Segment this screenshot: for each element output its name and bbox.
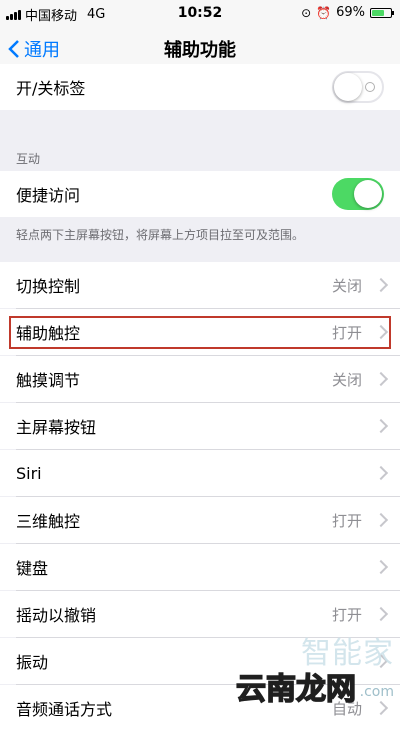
page-title: 辅助功能 [164, 40, 236, 61]
3d-touch-label: 三维触控 [16, 512, 81, 531]
chevron-right-icon [373, 465, 389, 481]
assistive-touch-value: 打开 [331, 323, 362, 342]
siri-label: Siri [16, 463, 42, 483]
assistive-touch-row[interactable]: 辅助触控 打开 [0, 309, 400, 355]
switch-control-value: 关闭 [331, 276, 362, 295]
alarm-icon: ⏰ [316, 5, 332, 20]
chevron-right-icon [373, 324, 389, 340]
touch-accommodations-label: 触摸调节 [16, 371, 81, 390]
touch-accommodations-row[interactable]: 触摸调节 关闭 [0, 356, 400, 402]
toggle-knob [334, 73, 362, 101]
watermark-domain: .com [359, 684, 394, 700]
siri-row[interactable]: Siri [0, 450, 400, 496]
on-off-labels-row: 开/关标签 [0, 64, 400, 110]
keyboard-row[interactable]: 键盘 [0, 544, 400, 590]
switch-control-row[interactable]: 切换控制 关闭 [0, 262, 400, 308]
touch-accommodations-value: 关闭 [331, 370, 362, 389]
3d-touch-value: 打开 [331, 511, 362, 530]
reachability-toggle[interactable] [332, 178, 384, 210]
shake-to-undo-value: 打开 [331, 605, 362, 624]
chevron-right-icon [373, 418, 389, 434]
battery-percent: 69% [336, 5, 365, 20]
on-off-labels-toggle[interactable] [332, 71, 384, 103]
chevron-right-icon [373, 371, 389, 387]
interaction-section-header: 互动 [16, 152, 41, 166]
assistive-touch-label: 辅助触控 [16, 324, 81, 343]
toggle-knob [354, 180, 382, 208]
keyboard-label: 键盘 [16, 559, 49, 578]
reachability-label: 便捷访问 [16, 186, 81, 205]
call-audio-routing-label: 音频通话方式 [16, 700, 113, 719]
chevron-right-icon [373, 700, 389, 716]
status-right: ⊙ ⏰ 69% [301, 5, 394, 20]
on-off-labels-label: 开/关标签 [16, 79, 86, 98]
off-indicator-icon [365, 82, 375, 92]
watermark-logo: 云南龙网 [235, 671, 357, 708]
home-button-label: 主屏幕按钮 [16, 418, 97, 437]
status-bar: 中国移动 4G 10:52 ⊙ ⏰ 69% [0, 0, 400, 26]
3d-touch-row[interactable]: 三维触控 打开 [0, 497, 400, 543]
chevron-right-icon [373, 512, 389, 528]
rotation-lock-icon: ⊙ [301, 5, 312, 20]
chevron-right-icon [373, 277, 389, 293]
battery-icon [370, 7, 394, 18]
reachability-row: 便捷访问 [0, 171, 400, 217]
reachability-footer: 轻点两下主屏幕按钮，将屏幕上方项目拉至可及范围。 [16, 228, 305, 242]
vibration-label: 振动 [16, 653, 49, 672]
chevron-right-icon [373, 606, 389, 622]
switch-control-label: 切换控制 [16, 277, 81, 296]
home-button-row[interactable]: 主屏幕按钮 [0, 403, 400, 449]
chevron-right-icon [373, 559, 389, 575]
shake-to-undo-label: 摇动以撤销 [16, 606, 97, 625]
